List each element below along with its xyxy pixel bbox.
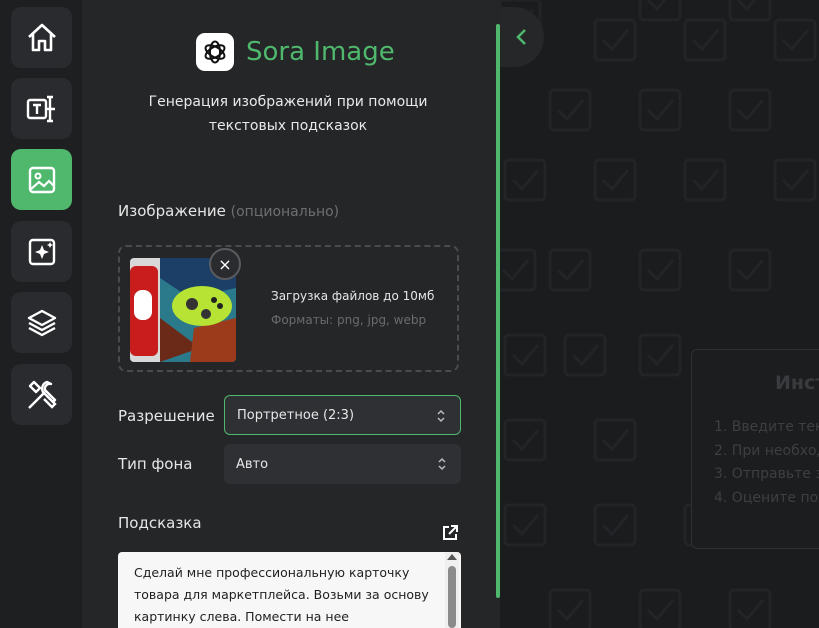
panel-scrollbar[interactable] — [496, 24, 500, 598]
optional-hint: (опционально) — [230, 204, 340, 220]
prompt-line: товара для маркетплейса. Возьми за основ… — [134, 587, 429, 602]
nav-image-button[interactable] — [11, 149, 72, 210]
subtitle-line: Генерация изображений при помощи — [148, 94, 428, 110]
text-to-image-icon — [26, 95, 55, 122]
prompt-line: картинку слева. Помести на нее изображен… — [134, 609, 349, 624]
brand: Sora Image — [196, 33, 395, 71]
background-select[interactable]: Авто — [224, 444, 461, 484]
subtitle-line: текстовых подсказок — [208, 118, 368, 134]
upload-title: Загрузка файлов до 10мб — [271, 289, 435, 303]
sparkle-image-icon — [28, 238, 55, 265]
nav-enhance-button[interactable] — [11, 221, 72, 282]
chevron-left-icon — [516, 29, 526, 45]
brand-name: Sora Image — [246, 37, 395, 67]
background-label: Тип фона — [118, 455, 193, 473]
prompt-text: Сделай мне профессиональную карточку тов… — [134, 562, 434, 628]
image-icon — [28, 166, 55, 193]
resolution-select[interactable]: Портретное (2:3) — [224, 395, 461, 435]
instructions-title: Инст — [775, 372, 819, 394]
resolution-label: Разрешение — [118, 407, 215, 425]
image-dropzone[interactable] — [118, 245, 459, 372]
resolution-value: Портретное (2:3) — [237, 407, 355, 423]
tools-icon — [27, 380, 57, 409]
page-subtitle: Генерация изображений при помощи текстов… — [140, 90, 436, 138]
instruction-item: 2. При необход — [714, 443, 819, 459]
upload-formats: Форматы: png, jpg, webp — [271, 313, 427, 327]
prompt-scrollbar[interactable] — [445, 552, 459, 628]
close-icon: × — [218, 254, 232, 274]
nav-text-image-button[interactable] — [11, 78, 72, 139]
remove-image-button[interactable]: × — [209, 248, 241, 280]
prompt-line: Сделай мне профессиональную карточку — [134, 565, 410, 580]
openai-logo-icon — [196, 33, 234, 71]
scroll-thumb[interactable] — [448, 566, 456, 628]
instruction-item: 3. Отправьте з — [714, 466, 819, 482]
nav-layers-button[interactable] — [11, 292, 72, 353]
background-value: Авто — [236, 456, 269, 472]
layers-icon — [27, 309, 56, 336]
scroll-up-icon[interactable] — [447, 554, 457, 560]
instruction-item: 4. Оцените пол — [714, 490, 819, 506]
nav-tools-button[interactable] — [11, 364, 72, 425]
image-section-label: Изображение (опционально) — [118, 202, 339, 220]
nav-home-button[interactable] — [11, 7, 72, 68]
open-external-icon[interactable] — [441, 524, 459, 542]
nav-rail — [0, 0, 82, 628]
select-arrows-icon — [438, 457, 446, 471]
prompt-textarea[interactable]: Сделай мне профессиональную карточку тов… — [118, 552, 461, 628]
image-label: Изображение — [118, 202, 226, 220]
home-icon — [27, 23, 56, 51]
select-arrows-icon — [437, 409, 445, 423]
instruction-item: 1. Введите текс — [714, 419, 819, 435]
prompt-label: Подсказка — [118, 514, 202, 532]
